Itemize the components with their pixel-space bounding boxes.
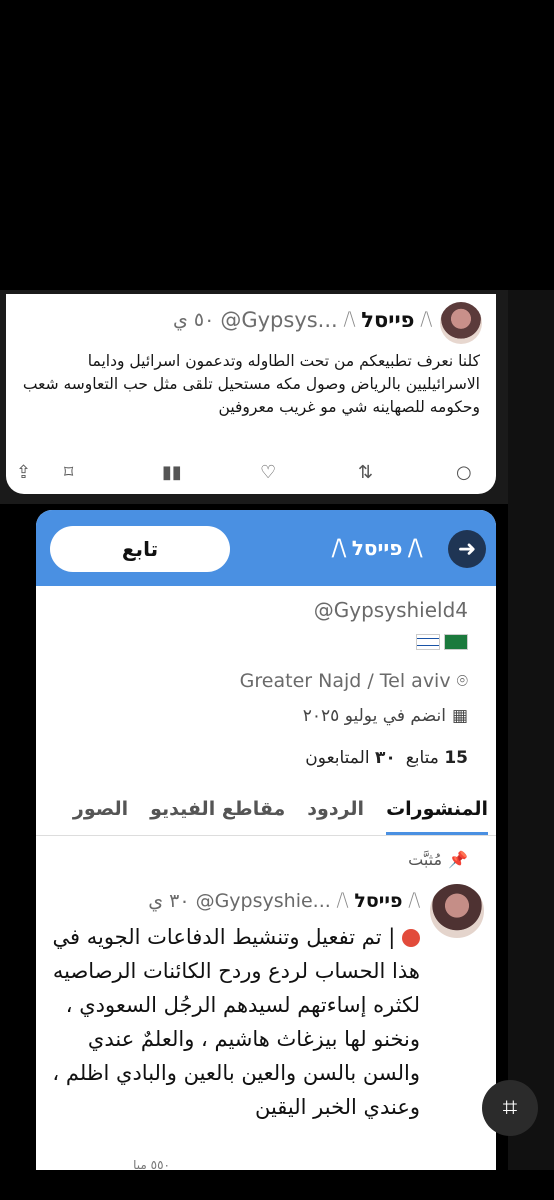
profile-location: Greater Najd / Tel aviv ⌾ xyxy=(240,670,468,692)
tweet-header: ⧸⧹ פייסל ⧸⧹ @Gypsys... ٥٠ ي xyxy=(173,308,432,332)
tweet-text: كلنا نعرف تطبيعكم من تحت الطاوله وتدعمون… xyxy=(22,352,480,416)
profile-banner: تابع ⧸⧹ פייסל ⧸⧹ ➜ xyxy=(36,510,496,586)
views-count: ٥٥٠ ميا xyxy=(133,1158,170,1170)
back-arrow-icon[interactable]: ➜ xyxy=(448,530,486,568)
tweet-actions: ⇪ ⌑ ▮▮ ♡ ⇅ ○ xyxy=(6,462,496,492)
bookmark-icon[interactable]: ⌑ xyxy=(64,462,73,483)
tab-posts[interactable]: المنشورات xyxy=(386,790,488,835)
author-handle[interactable]: @Gypsyshie... xyxy=(196,890,331,912)
location-text: Greater Najd / Tel aviv xyxy=(239,670,451,692)
pinned-indicator: 📌 مُثبَّت xyxy=(408,850,468,869)
avatar[interactable] xyxy=(430,884,484,938)
banner-name-text: פייסל xyxy=(351,536,403,560)
avatar[interactable] xyxy=(440,302,482,344)
author-name[interactable]: פייסל xyxy=(361,308,414,332)
following-count: 15 xyxy=(444,748,468,768)
tab-replies[interactable]: الردود xyxy=(307,790,364,835)
calendar-icon: ▦ xyxy=(451,706,468,726)
profile-panel: تابع ⧸⧹ פייסל ⧸⧹ ➜ @Gypsyshield4 Greater… xyxy=(36,510,496,1170)
banner-name: ⧸⧹ פייסל ⧸⧹ xyxy=(332,536,422,560)
tab-videos[interactable]: مقاطع الفيديو xyxy=(150,790,285,835)
pinned-tweet-header: ⧸⧹ פייסל ⧸⧹ @Gypsyshie... ٣٠ ي xyxy=(148,890,420,912)
location-pin-icon: ⌾ xyxy=(456,670,468,692)
leaf-icon: ⧸⧹ xyxy=(336,891,349,911)
share-icon[interactable]: ⇪ xyxy=(16,462,31,483)
tweet-card: ⧸⧹ פייסל ⧸⧹ @Gypsys... ٥٠ ي كلنا نعرف تط… xyxy=(0,290,508,504)
pinned-tweet-text: | تم تفعيل وتنشيط الدفاعات الجويه في هذا… xyxy=(48,920,420,1124)
follow-button[interactable]: تابع xyxy=(50,526,230,572)
like-icon[interactable]: ♡ xyxy=(260,462,276,483)
follow-counts: 15 متابع ٣٠ المتابعون xyxy=(305,748,468,768)
tweet-time: ٥٠ ي xyxy=(173,309,215,331)
israel-flag-icon xyxy=(416,634,440,650)
screen-edge xyxy=(508,290,554,1170)
lens-scan-icon[interactable]: ⌗ xyxy=(482,1080,538,1136)
profile-joined: ▦ انضم في يوليو ٢٠٢٥ xyxy=(303,706,468,726)
reply-icon[interactable]: ○ xyxy=(456,462,472,483)
followers-count-link[interactable]: ٣٠ المتابعون xyxy=(305,748,395,768)
leaf-icon: ⧸⧹ xyxy=(408,891,420,911)
author-handle[interactable]: @Gypsys... xyxy=(220,308,337,332)
leaf-icon: ⧸⧹ xyxy=(332,536,346,560)
leaf-icon: ⧸⧹ xyxy=(420,310,432,330)
followers-label: المتابعون xyxy=(305,748,370,768)
author-name[interactable]: פייסל xyxy=(354,890,402,912)
red-circle-icon xyxy=(402,929,420,947)
leaf-icon: ⧸⧹ xyxy=(408,536,422,560)
profile-handle: @Gypsyshield4 xyxy=(313,598,468,622)
profile-flags xyxy=(416,634,468,650)
following-count-link[interactable]: 15 متابع xyxy=(406,748,468,768)
leaf-icon: ⧸⧹ xyxy=(343,310,356,330)
profile-tabs: المنشورات الردود مقاطع الفيديو الصور xyxy=(36,790,496,836)
pin-icon: 📌 xyxy=(448,850,468,869)
pinned-tweet-body: | تم تفعيل وتنشيط الدفاعات الجويه في هذا… xyxy=(52,925,420,1119)
following-label: متابع xyxy=(405,748,439,768)
tweet-time: ٣٠ ي xyxy=(148,890,190,912)
retweet-icon[interactable]: ⇅ xyxy=(358,462,373,483)
pinned-label: مُثبَّت xyxy=(408,850,443,869)
saudi-flag-icon xyxy=(444,634,468,650)
views-icon[interactable]: ▮▮ xyxy=(162,462,182,483)
followers-count: ٣٠ xyxy=(374,748,396,768)
tab-photos[interactable]: الصور xyxy=(73,790,128,835)
joined-text: انضم في يوليو ٢٠٢٥ xyxy=(302,706,446,726)
tweet-card-inner: ⧸⧹ פייסל ⧸⧹ @Gypsys... ٥٠ ي كلنا نعرف تط… xyxy=(6,294,496,494)
